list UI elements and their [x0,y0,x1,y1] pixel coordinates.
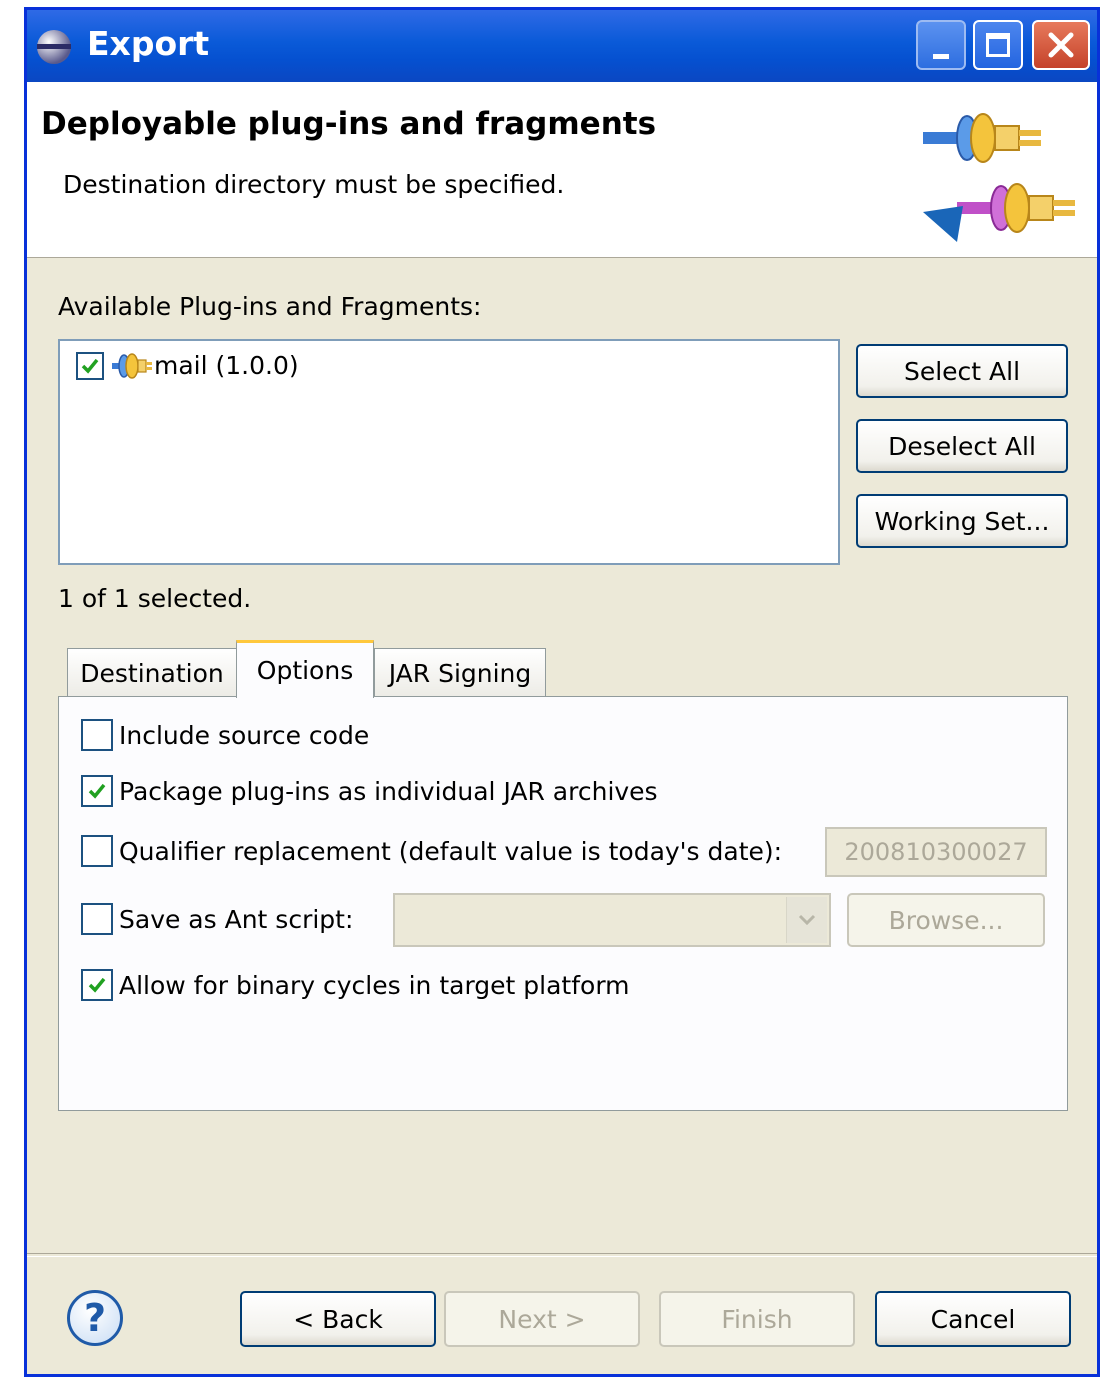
qualifier-label: Qualifier replacement (default value is … [119,836,783,866]
check-icon [88,977,106,993]
eclipse-icon [37,30,71,64]
dropdown-button[interactable] [786,897,827,943]
page-title: Deployable plug-ins and fragments [41,106,657,142]
working-set-button[interactable]: Working Set... [856,494,1068,548]
maximize-button[interactable] [973,20,1023,70]
check-icon [88,783,106,799]
export-dialog: Export Deployable plug-ins and fragments… [24,7,1100,1377]
ant-script-label: Save as Ant script: [119,904,354,934]
binary-cycles-checkbox[interactable] [81,969,113,1001]
plugin-icon [112,352,152,379]
maximize-icon [986,33,1010,57]
minimize-button[interactable] [916,20,966,70]
ant-script-checkbox[interactable] [81,903,113,935]
list-item-checkbox[interactable] [76,351,104,380]
check-icon [81,358,99,374]
error-message: Destination directory must be specified. [63,170,565,199]
finish-button[interactable]: Finish [659,1291,855,1347]
selection-status: 1 of 1 selected. [58,584,252,613]
select-all-button[interactable]: Select All [856,344,1068,398]
binary-cycles-label: Allow for binary cycles in target platfo… [119,970,630,1000]
window-title: Export [87,24,210,63]
include-source-option[interactable]: Include source code [81,719,369,751]
deselect-all-button[interactable]: Deselect All [856,419,1068,473]
qualifier-checkbox[interactable] [81,835,113,867]
minimize-icon [933,53,949,59]
tab-destination[interactable]: Destination [67,648,237,698]
ant-script-option[interactable]: Save as Ant script: [81,903,353,935]
list-item-label: mail (1.0.0) [154,351,299,380]
options-panel: Include source code Package plug-ins as … [58,696,1068,1111]
chevron-down-icon [798,914,816,926]
help-icon[interactable]: ? [67,1290,123,1346]
next-button[interactable]: Next > [444,1291,640,1347]
available-label: Available Plug-ins and Fragments: [58,292,482,321]
back-button[interactable]: < Back [240,1291,436,1347]
list-item[interactable]: mail (1.0.0) [76,351,299,380]
package-jars-option[interactable]: Package plug-ins as individual JAR archi… [81,775,658,807]
close-button[interactable] [1032,20,1090,70]
include-source-checkbox[interactable] [81,719,113,751]
package-jars-label: Package plug-ins as individual JAR archi… [119,776,658,806]
title-bar[interactable]: Export [27,10,1097,82]
plugin-list[interactable]: mail (1.0.0) [58,339,840,565]
include-source-label: Include source code [119,720,370,750]
binary-cycles-option[interactable]: Allow for binary cycles in target platfo… [81,969,630,1001]
tab-jar-signing[interactable]: JAR Signing [374,648,546,698]
close-icon [1048,32,1074,58]
browse-button[interactable]: Browse... [847,893,1045,947]
cancel-button[interactable]: Cancel [875,1291,1071,1347]
package-jars-checkbox[interactable] [81,775,113,807]
qualifier-option[interactable]: Qualifier replacement (default value is … [81,835,782,867]
wizard-header: Deployable plug-ins and fragments Destin… [27,82,1097,258]
tab-options[interactable]: Options [236,640,374,698]
plugin-export-icon [923,113,1075,242]
ant-script-combo[interactable] [393,893,831,947]
footer-separator [27,1253,1097,1257]
qualifier-input[interactable]: 200810300027 [825,827,1047,877]
